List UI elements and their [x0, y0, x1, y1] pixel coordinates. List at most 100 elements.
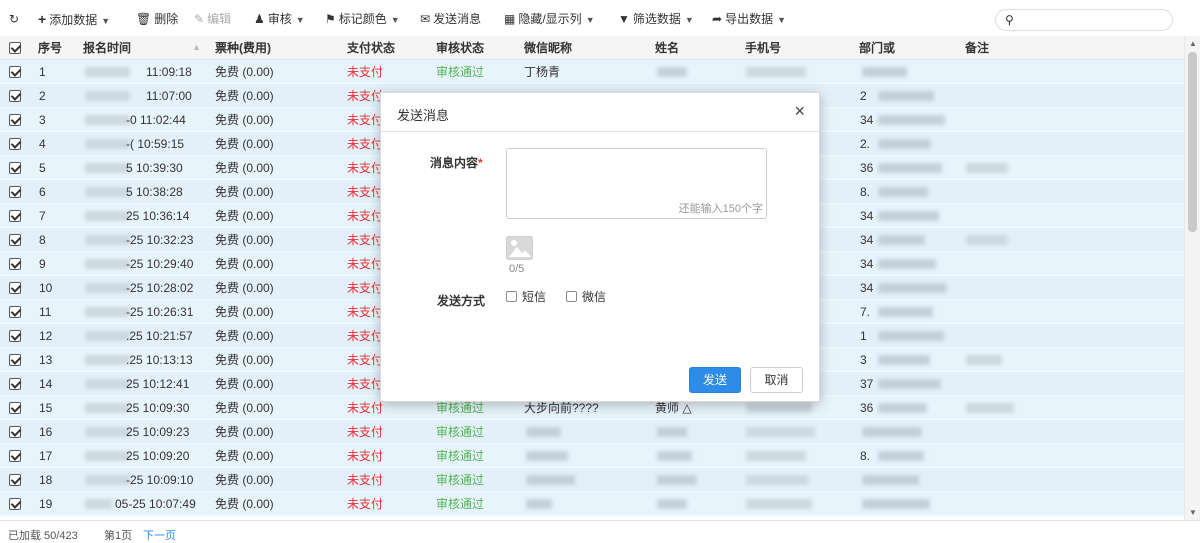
ticket-type: 免费 (0.00) — [215, 161, 274, 175]
row-checkbox[interactable] — [9, 450, 21, 462]
row-checkbox[interactable] — [9, 66, 21, 78]
row-checkbox[interactable] — [9, 402, 21, 414]
row-checkbox[interactable] — [9, 90, 21, 102]
header-wechat-nickname[interactable]: 微信昵称 — [524, 36, 572, 60]
review-button[interactable]: ♟ 审核 ▼ — [254, 10, 305, 28]
sort-icon[interactable]: ▲ — [192, 42, 201, 52]
mark-color-button[interactable]: ⚑ 标记颜色 ▼ — [325, 10, 400, 28]
department: 34 — [860, 281, 874, 295]
table-row[interactable]: 18 -25 10:09:10 免费 (0.00) 未支付 审核通过 — [0, 468, 1184, 492]
header-review-status[interactable]: 审核状态 — [436, 36, 484, 60]
row-checkbox[interactable] — [9, 306, 21, 318]
ticket-type: 免费 (0.00) — [215, 473, 274, 487]
user-icon: ♟ — [254, 12, 265, 26]
table-row[interactable]: 17 25 10:09:20 免费 (0.00) 未支付 审核通过 8. — [0, 444, 1184, 468]
row-checkbox[interactable] — [9, 282, 21, 294]
header-pay-status[interactable]: 支付状态 — [347, 36, 395, 60]
pay-status: 未支付 — [347, 305, 384, 319]
add-data-button[interactable]: + 添加数据 ▼ — [38, 10, 110, 28]
header-remark[interactable]: 备注 — [965, 36, 989, 60]
search-box: ⚲ — [995, 9, 1173, 31]
signup-time: -25 10:09:10 — [126, 473, 194, 487]
blurred-department — [862, 427, 922, 437]
department: 2 — [860, 89, 867, 103]
table-row[interactable]: 1 11:09:18 免费 (0.00) 未支付 审核通过 丁杨青 — [0, 60, 1184, 84]
table-row[interactable]: 16 25 10:09:23 免费 (0.00) 未支付 审核通过 — [0, 420, 1184, 444]
department: 36 — [860, 161, 874, 175]
header-name[interactable]: 姓名 — [655, 36, 679, 60]
row-checkbox[interactable] — [9, 234, 21, 246]
ticket-type: 免费 (0.00) — [215, 113, 274, 127]
row-index: 10 — [39, 281, 53, 295]
ticket-type: 免费 (0.00) — [215, 209, 274, 223]
ticket-type: 免费 (0.00) — [215, 449, 274, 463]
row-index: 7 — [39, 209, 46, 223]
row-checkbox[interactable] — [9, 330, 21, 342]
row-checkbox[interactable] — [9, 474, 21, 486]
caret-down-icon: ▼ — [295, 15, 305, 25]
row-checkbox[interactable] — [9, 354, 21, 366]
row-checkbox[interactable] — [9, 378, 21, 390]
signup-time: .25 10:21:57 — [126, 329, 193, 343]
sms-checkbox[interactable] — [506, 291, 517, 302]
scroll-down-arrow-icon[interactable]: ▼ — [1189, 508, 1197, 517]
filter-button[interactable]: ▼ 筛选数据 ▼ — [618, 10, 694, 28]
review-status: 审核通过 — [436, 425, 485, 439]
refresh-icon[interactable]: ↻ — [9, 10, 22, 28]
delete-button[interactable]: 🗑 删除 — [136, 10, 178, 28]
row-checkbox[interactable] — [9, 114, 21, 126]
select-all-checkbox[interactable] — [9, 42, 21, 54]
blurred-department — [878, 187, 928, 197]
scrollbar-thumb[interactable] — [1188, 52, 1197, 232]
char-counter: 还能输入150个字 — [678, 203, 763, 215]
row-checkbox[interactable] — [9, 210, 21, 222]
caret-down-icon: ▼ — [101, 16, 111, 26]
send-button[interactable]: 发送 — [689, 367, 741, 393]
next-page-link[interactable]: 下一页 — [143, 527, 176, 543]
row-checkbox[interactable] — [9, 498, 21, 510]
header-phone[interactable]: 手机号 — [745, 36, 781, 60]
row-checkbox[interactable] — [9, 258, 21, 270]
signup-time: -25 10:29:40 — [126, 257, 194, 271]
wechat-option[interactable]: 微信 — [566, 289, 606, 305]
blurred-department — [878, 403, 927, 413]
send-message-button[interactable]: ✉ 发送消息 — [420, 10, 481, 28]
blurred-name — [657, 427, 687, 437]
header-signup-time[interactable]: 报名时间 — [83, 36, 131, 60]
row-checkbox[interactable] — [9, 162, 21, 174]
sms-option[interactable]: 短信 — [506, 289, 546, 305]
close-icon[interactable]: × — [794, 102, 805, 120]
scroll-up-arrow-icon[interactable]: ▲ — [1189, 39, 1197, 48]
message-content-textarea[interactable] — [507, 149, 766, 201]
cancel-button[interactable]: 取消 — [750, 367, 803, 393]
export-button[interactable]: ➦ 导出数据 ▼ — [712, 10, 786, 28]
row-checkbox[interactable] — [9, 138, 21, 150]
header-index[interactable]: 序号 — [38, 36, 62, 60]
review-status: 审核通过 — [436, 449, 485, 463]
search-input[interactable] — [1022, 12, 1167, 28]
signup-time: -0 11:02:44 — [126, 113, 186, 127]
trash-icon: 🗑 — [136, 12, 152, 26]
toolbar: ↻ + 添加数据 ▼ 🗑 删除 ✎ 编辑 ♟ 审核 ▼ ⚑ 标记颜色 ▼ ✉ 发送消息 ▦ 隐藏/显… — [0, 0, 1200, 38]
blurred-date — [85, 139, 130, 149]
vertical-scrollbar[interactable]: ▲ ▼ — [1184, 36, 1200, 520]
wechat-checkbox[interactable] — [566, 291, 577, 302]
header-ticket[interactable]: 票种(费用) — [215, 36, 271, 60]
header-department[interactable]: 部门或 — [859, 36, 895, 60]
blurred-phone — [746, 427, 815, 437]
envelope-icon: ✉ — [420, 12, 431, 26]
hide-show-columns-button[interactable]: ▦ 隐藏/显示列 ▼ — [504, 10, 595, 28]
review-status: 审核通过 — [436, 497, 485, 511]
table-row[interactable]: 19 05-25 10:07:49 免费 (0.00) 未支付 审核通过 — [0, 492, 1184, 516]
blurred-date — [85, 115, 130, 125]
blurred-nickname — [526, 451, 568, 461]
blurred-department — [878, 235, 925, 245]
row-index: 3 — [39, 113, 46, 127]
department: 34 — [860, 233, 874, 247]
row-checkbox[interactable] — [9, 426, 21, 438]
edit-button[interactable]: ✎ 编辑 — [194, 10, 231, 28]
row-index: 19 — [39, 497, 53, 511]
row-checkbox[interactable] — [9, 186, 21, 198]
blurred-department — [878, 379, 941, 389]
image-upload-icon[interactable] — [506, 236, 533, 260]
